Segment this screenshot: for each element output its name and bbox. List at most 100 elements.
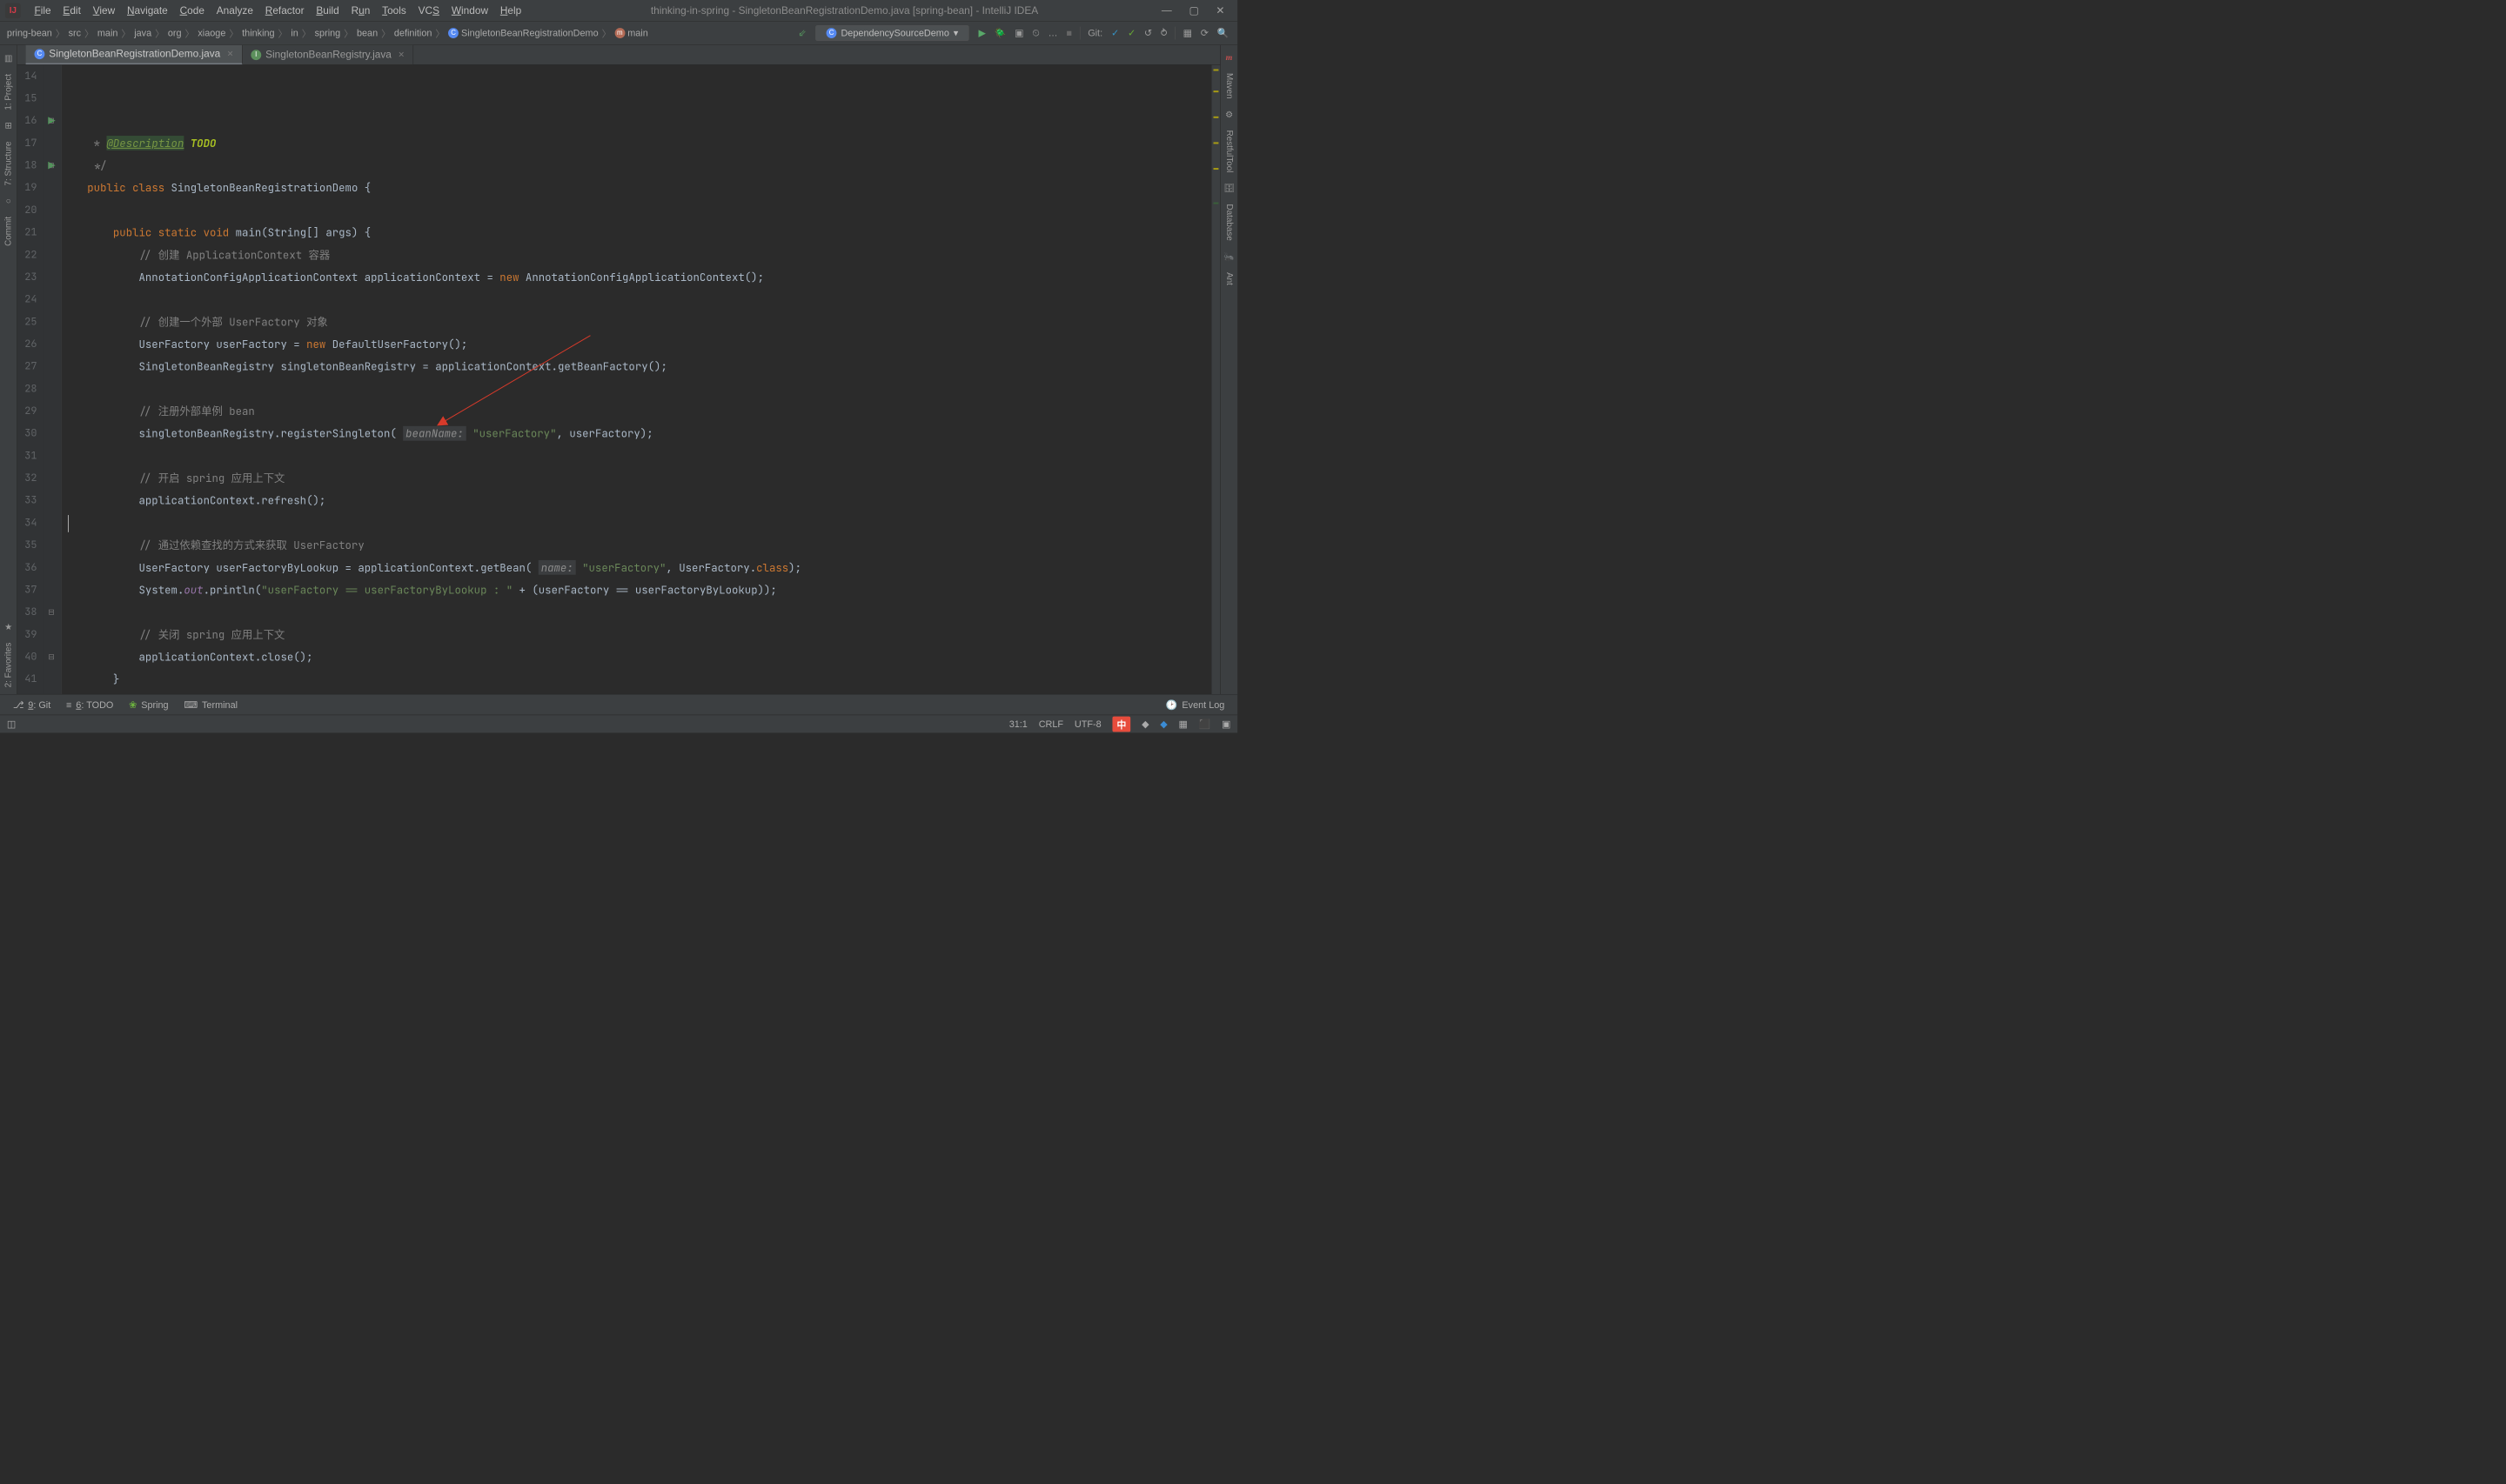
git-commit-icon[interactable]: ✓ <box>1128 28 1136 39</box>
sync-icon[interactable]: ⟳ <box>1201 28 1209 39</box>
menu-help[interactable]: Help <box>494 0 527 21</box>
todo-tool-button[interactable]: ≡6: TODO <box>66 699 113 711</box>
fold-icon[interactable]: ⊟ <box>48 652 54 661</box>
breadcrumb-item[interactable]: bean <box>354 28 380 39</box>
tab-close-icon[interactable]: × <box>227 48 233 60</box>
fold-icon[interactable]: ⊟ <box>48 161 54 170</box>
code-line[interactable] <box>68 378 1211 400</box>
favorites-tool-button[interactable]: 2: Favorites <box>3 636 14 694</box>
code-line[interactable]: */ <box>68 154 1211 177</box>
code-line[interactable]: // 关闭 spring 应用上下文 <box>68 624 1211 646</box>
code-line[interactable]: // 创建一个外部 UserFactory 对象 <box>68 311 1211 333</box>
run-button[interactable]: ▶ <box>978 28 985 39</box>
menu-tools[interactable]: Tools <box>376 0 412 21</box>
taskbar-icon[interactable]: ◆ <box>1160 719 1167 730</box>
code-line[interactable] <box>68 199 1211 222</box>
search-icon[interactable]: 🔍 <box>1217 28 1230 39</box>
breadcrumb-item[interactable]: mmain <box>612 28 650 39</box>
code-line[interactable]: // 开启 spring 应用上下文 <box>68 467 1211 490</box>
code-line[interactable]: } <box>68 668 1211 691</box>
code-line[interactable] <box>68 288 1211 311</box>
run-config-select[interactable]: C DependencySourceDemo ▾ <box>815 25 968 41</box>
code-line[interactable]: applicationContext.close(); <box>68 645 1211 668</box>
breadcrumb-item[interactable]: pring-bean <box>4 28 55 39</box>
code-line[interactable]: * @Description TODO <box>68 132 1211 155</box>
restful-icon[interactable]: ⚙ <box>1225 109 1233 119</box>
stop-button[interactable]: ■ <box>1066 28 1072 39</box>
menu-edit[interactable]: Edit <box>57 0 87 21</box>
code-line[interactable]: public static void main(String[] args) { <box>68 221 1211 244</box>
code-line[interactable] <box>68 691 1211 694</box>
event-log-button[interactable]: 🕑Event Log <box>1166 699 1224 711</box>
encoding[interactable]: UTF-8 <box>1075 719 1102 730</box>
code-line[interactable]: applicationContext.refresh(); <box>68 489 1211 511</box>
breadcrumb-item[interactable]: in <box>288 28 300 39</box>
editor-tab-active[interactable]: C SingletonBeanRegistrationDemo.java × <box>26 45 243 64</box>
breadcrumb-item[interactable]: main <box>95 28 120 39</box>
breadcrumb-item[interactable]: spring <box>312 28 344 39</box>
code-line[interactable]: SingletonBeanRegistry singletonBeanRegis… <box>68 355 1211 378</box>
breadcrumb-item[interactable]: org <box>165 28 184 39</box>
close-button[interactable]: ✕ <box>1216 4 1224 17</box>
fold-icon[interactable]: ⊟ <box>48 117 54 125</box>
tool-window-toggle-icon[interactable]: ◫ <box>7 719 16 730</box>
git-tool-button[interactable]: ⎇9: Git <box>13 699 50 711</box>
structure-icon[interactable]: ⊞ <box>4 121 11 131</box>
menu-analyze[interactable]: Analyze <box>211 0 259 21</box>
ime-indicator[interactable]: 中 <box>1113 716 1131 732</box>
structure-tool-button[interactable]: 7: Structure <box>3 135 14 193</box>
ant-icon[interactable]: 🐜 <box>1223 251 1234 262</box>
menu-window[interactable]: Window <box>446 0 494 21</box>
menu-build[interactable]: Build <box>310 0 345 21</box>
breadcrumb-item[interactable]: CSingletonBeanRegistrationDemo <box>446 28 600 39</box>
menu-run[interactable]: Run <box>345 0 377 21</box>
code-line[interactable]: // 通过依赖查找的方式来获取 UserFactory <box>68 534 1211 557</box>
menu-refactor[interactable]: Refactor <box>259 0 311 21</box>
git-history-icon[interactable]: ↺ <box>1144 28 1152 39</box>
tab-close-icon[interactable]: × <box>399 49 405 61</box>
attach-button[interactable]: … <box>1049 28 1058 39</box>
breadcrumb-item[interactable]: xiaoge <box>195 28 228 39</box>
debug-button[interactable]: 🪲 <box>995 28 1007 39</box>
restful-tool-button[interactable]: RestfulTool <box>1223 124 1235 180</box>
coverage-button[interactable]: ▣ <box>1015 28 1023 39</box>
code-line[interactable] <box>68 445 1211 467</box>
line-gutter[interactable]: 1415161718192021222324252627282930313233… <box>17 65 44 694</box>
code-line[interactable]: AnnotationConfigApplicationContext appli… <box>68 266 1211 289</box>
git-update-icon[interactable]: ✓ <box>1111 28 1119 39</box>
database-icon[interactable]: 🗄 <box>1223 183 1235 193</box>
code-line[interactable]: public class SingletonBeanRegistrationDe… <box>68 177 1211 199</box>
breadcrumb-item[interactable]: src <box>66 28 84 39</box>
code-editor[interactable]: * @Description TODO */ public class Sing… <box>62 65 1211 694</box>
ant-tool-button[interactable]: Ant <box>1223 265 1235 292</box>
maximize-button[interactable]: ▢ <box>1189 4 1198 17</box>
commit-icon[interactable]: ○ <box>6 197 11 206</box>
fold-gutter[interactable]: ▶⊟▶⊟⊟⊟ <box>43 65 62 694</box>
editor-tab[interactable]: I SingletonBeanRegistry.java × <box>242 45 413 64</box>
git-revert-icon[interactable]: ⥁ <box>1161 28 1167 39</box>
taskbar-icon[interactable]: ◆ <box>1142 719 1149 730</box>
taskbar-icon[interactable]: ⬛ <box>1199 719 1211 730</box>
code-line[interactable] <box>68 601 1211 624</box>
menu-code[interactable]: Code <box>174 0 211 21</box>
menu-vcs[interactable]: VCS <box>412 0 446 21</box>
breadcrumb-item[interactable]: thinking <box>239 28 277 39</box>
menu-view[interactable]: View <box>87 0 121 21</box>
taskbar-icon[interactable]: ▣ <box>1222 719 1230 730</box>
commit-tool-button[interactable]: Commit <box>3 210 14 253</box>
breadcrumb-item[interactable]: definition <box>392 28 434 39</box>
minimize-button[interactable]: — <box>1162 4 1172 17</box>
code-line[interactable]: System.out.println("userFactory == userF… <box>68 578 1211 601</box>
favorites-icon[interactable]: ★ <box>4 621 12 632</box>
toolbox-icon[interactable]: ▦ <box>1183 28 1192 39</box>
project-tool-button[interactable]: 1: Project <box>3 67 14 117</box>
terminal-tool-button[interactable]: ⌨Terminal <box>184 699 238 711</box>
menu-navigate[interactable]: Navigate <box>121 0 174 21</box>
code-line[interactable]: singletonBeanRegistry.registerSingleton(… <box>68 422 1211 445</box>
maven-tool-button[interactable]: Maven <box>1223 66 1235 105</box>
code-line[interactable]: // 创建 ApplicationContext 容器 <box>68 244 1211 266</box>
spring-tool-button[interactable]: ❀Spring <box>129 699 168 711</box>
code-line[interactable]: // 注册外部单例 bean <box>68 400 1211 423</box>
project-icon[interactable]: ▥ <box>4 53 12 64</box>
taskbar-icon[interactable]: ▦ <box>1178 719 1187 730</box>
